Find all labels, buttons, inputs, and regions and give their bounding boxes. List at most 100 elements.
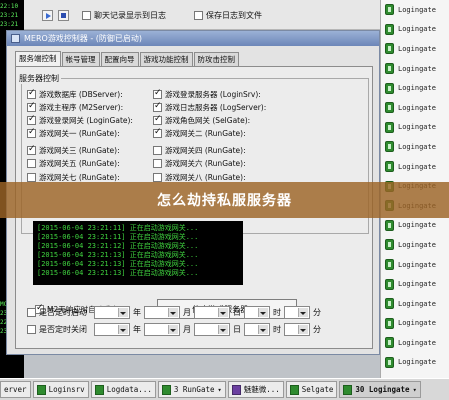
tab-server-control[interactable]: 服务端控制 xyxy=(15,51,61,66)
checkbox-icon[interactable] xyxy=(153,173,162,182)
checkbox-icon[interactable] xyxy=(27,114,36,125)
month-dropdown[interactable] xyxy=(144,323,180,336)
gate-list-item[interactable]: Logingate xyxy=(381,333,449,353)
checkbox-icon[interactable] xyxy=(27,101,36,112)
server-checkbox-right-5[interactable]: 游戏网关六 (RunGate): xyxy=(153,158,246,169)
scheduled-stop-row: 是否定时关闭 年 月 日 时 分 xyxy=(27,323,321,336)
program-icon xyxy=(94,384,104,395)
unit-label: 时 xyxy=(273,325,281,334)
server-checkbox-right-3[interactable]: 游戏网关二 (RunGate): xyxy=(153,127,246,139)
gate-process-icon xyxy=(385,239,394,251)
gate-process-icon xyxy=(385,121,394,133)
gate-process-icon xyxy=(385,259,394,271)
checkbox-icon[interactable] xyxy=(153,101,162,112)
taskbar-button[interactable]: Logdata... xyxy=(90,381,156,398)
gate-list-item[interactable]: Logingate xyxy=(381,294,449,314)
gate-list-label: Logingate xyxy=(398,142,436,151)
checkbox-icon[interactable] xyxy=(82,11,91,20)
day-dropdown[interactable] xyxy=(194,306,230,319)
gate-list-item[interactable]: Logingate xyxy=(381,157,449,177)
tab-config-wizard[interactable]: 配置向导 xyxy=(100,52,139,66)
save-log-checkbox[interactable]: 保存日志到文件 xyxy=(194,10,262,21)
gate-list-item[interactable]: Logingate xyxy=(381,59,449,79)
taskbar-button[interactable]: 30 Logingate ▾ xyxy=(339,381,421,398)
checkbox-icon[interactable] xyxy=(153,127,162,138)
checkbox-icon[interactable] xyxy=(27,325,36,334)
checkbox-icon[interactable] xyxy=(153,88,162,99)
gate-list-item[interactable]: Logingate xyxy=(381,353,449,373)
tab-anti-attack[interactable]: 防攻击控制 xyxy=(193,52,239,66)
checkbox-icon[interactable] xyxy=(194,11,203,20)
gate-list-item[interactable]: Logingate xyxy=(381,314,449,334)
gate-list-item[interactable]: Logingate xyxy=(381,20,449,40)
gate-list-item[interactable]: Logingate xyxy=(381,78,449,98)
year-dropdown[interactable] xyxy=(94,323,130,336)
server-checkbox-right-2[interactable]: 游戏角色网关 (SelGate): xyxy=(153,114,250,126)
checkbox-icon[interactable] xyxy=(153,159,162,168)
chat-log-checkbox[interactable]: 聊天记录显示到日志 xyxy=(82,10,166,21)
tab-game-functions[interactable]: 游戏功能控制 xyxy=(139,52,193,66)
gate-list-label: Logingate xyxy=(398,358,436,367)
gate-process-icon xyxy=(385,219,394,231)
gate-list-item[interactable]: Logingate xyxy=(381,216,449,236)
gate-list-item[interactable]: Logingate xyxy=(381,0,449,20)
checkbox-icon[interactable] xyxy=(27,308,36,317)
gate-list-item[interactable]: Logingate xyxy=(381,98,449,118)
gate-process-icon xyxy=(385,82,394,94)
chevron-down-icon[interactable]: ▾ xyxy=(218,386,222,394)
server-checkbox-left-4[interactable]: 游戏网关三 (RunGate): xyxy=(27,144,120,156)
server-checkbox-left-0[interactable]: 游戏数据库 (DBServer): xyxy=(27,88,123,100)
gate-list-item[interactable]: Logingate xyxy=(381,39,449,59)
gate-list-item[interactable]: Logingate xyxy=(381,137,449,157)
taskbar-label: Logdata... xyxy=(106,385,152,394)
checkbox-icon[interactable] xyxy=(153,146,162,155)
server-checkbox-left-2[interactable]: 游戏登录网关 (LoginGate): xyxy=(27,114,133,126)
server-checkbox-left-3[interactable]: 游戏网关一 (RunGate): xyxy=(27,127,120,139)
hour-dropdown[interactable] xyxy=(244,323,270,336)
program-icon xyxy=(343,384,353,395)
window-titlebar[interactable]: MERO游戏控制器 - (防御已启动) xyxy=(7,31,379,46)
year-dropdown[interactable] xyxy=(94,306,130,319)
server-checkbox-right-1[interactable]: 游戏日志服务器 (LogServer): xyxy=(153,101,267,113)
tab-bar: 服务端控制 帐号管理 配置向导 游戏功能控制 防攻击控制 xyxy=(15,51,240,66)
taskbar-button[interactable]: 魅魅微... xyxy=(227,381,284,398)
month-dropdown[interactable] xyxy=(144,306,180,319)
server-checkbox-right-0[interactable]: 游戏登录服务器 (LoginSrv): xyxy=(153,88,261,100)
taskbar-button[interactable]: 3 RunGate ▾ xyxy=(157,381,226,398)
minute-dropdown[interactable] xyxy=(284,323,310,336)
server-label: 游戏日志服务器 (LogServer): xyxy=(165,103,267,112)
gate-list-label: Logingate xyxy=(398,64,436,73)
gate-list-item[interactable]: Logingate xyxy=(381,274,449,294)
unit-label: 分 xyxy=(313,308,321,317)
tab-account[interactable]: 帐号管理 xyxy=(61,52,100,66)
server-checkbox-left-1[interactable]: 游戏主程序 (M2Server): xyxy=(27,101,123,113)
gate-list-item[interactable]: Logingate xyxy=(381,235,449,255)
gate-list-item[interactable]: Logingate xyxy=(381,118,449,138)
taskbar-button[interactable]: erver xyxy=(0,381,31,398)
gate-list-label: Logingate xyxy=(398,162,436,171)
checkbox-icon[interactable] xyxy=(27,88,36,99)
window-title: MERO游戏控制器 - (防御已启动) xyxy=(24,34,143,43)
play-icon[interactable] xyxy=(42,10,53,21)
checkbox-icon[interactable] xyxy=(27,173,36,182)
stop-icon[interactable] xyxy=(58,10,69,21)
top-toolbar: 聊天记录显示到日志 保存日志到文件 xyxy=(24,0,380,30)
checkbox-icon[interactable] xyxy=(27,144,36,155)
server-checkbox-right-4[interactable]: 游戏网关四 (RunGate): xyxy=(153,145,246,156)
log-output[interactable]: [2015-06-04 23:21:11] 正在启动游戏网关... [2015-… xyxy=(33,221,243,285)
gate-process-icon xyxy=(385,278,394,290)
checkbox-icon[interactable] xyxy=(27,159,36,168)
unit-label: 年 xyxy=(133,325,141,334)
day-dropdown[interactable] xyxy=(194,323,230,336)
taskbar-button[interactable]: Loginsrv xyxy=(32,381,89,398)
checkbox-icon[interactable] xyxy=(27,127,36,138)
checkbox-icon[interactable] xyxy=(153,114,162,125)
taskbar-button[interactable]: Selgate xyxy=(285,381,338,398)
server-checkbox-left-5[interactable]: 游戏网关五 (RunGate): xyxy=(27,158,120,169)
gate-list-item[interactable]: Logingate xyxy=(381,255,449,275)
chevron-down-icon[interactable]: ▾ xyxy=(413,386,417,394)
gate-list-label: Logingate xyxy=(398,123,436,132)
scheduled-start-label: 是否定时启动 xyxy=(39,308,87,317)
minute-dropdown[interactable] xyxy=(284,306,310,319)
hour-dropdown[interactable] xyxy=(244,306,270,319)
